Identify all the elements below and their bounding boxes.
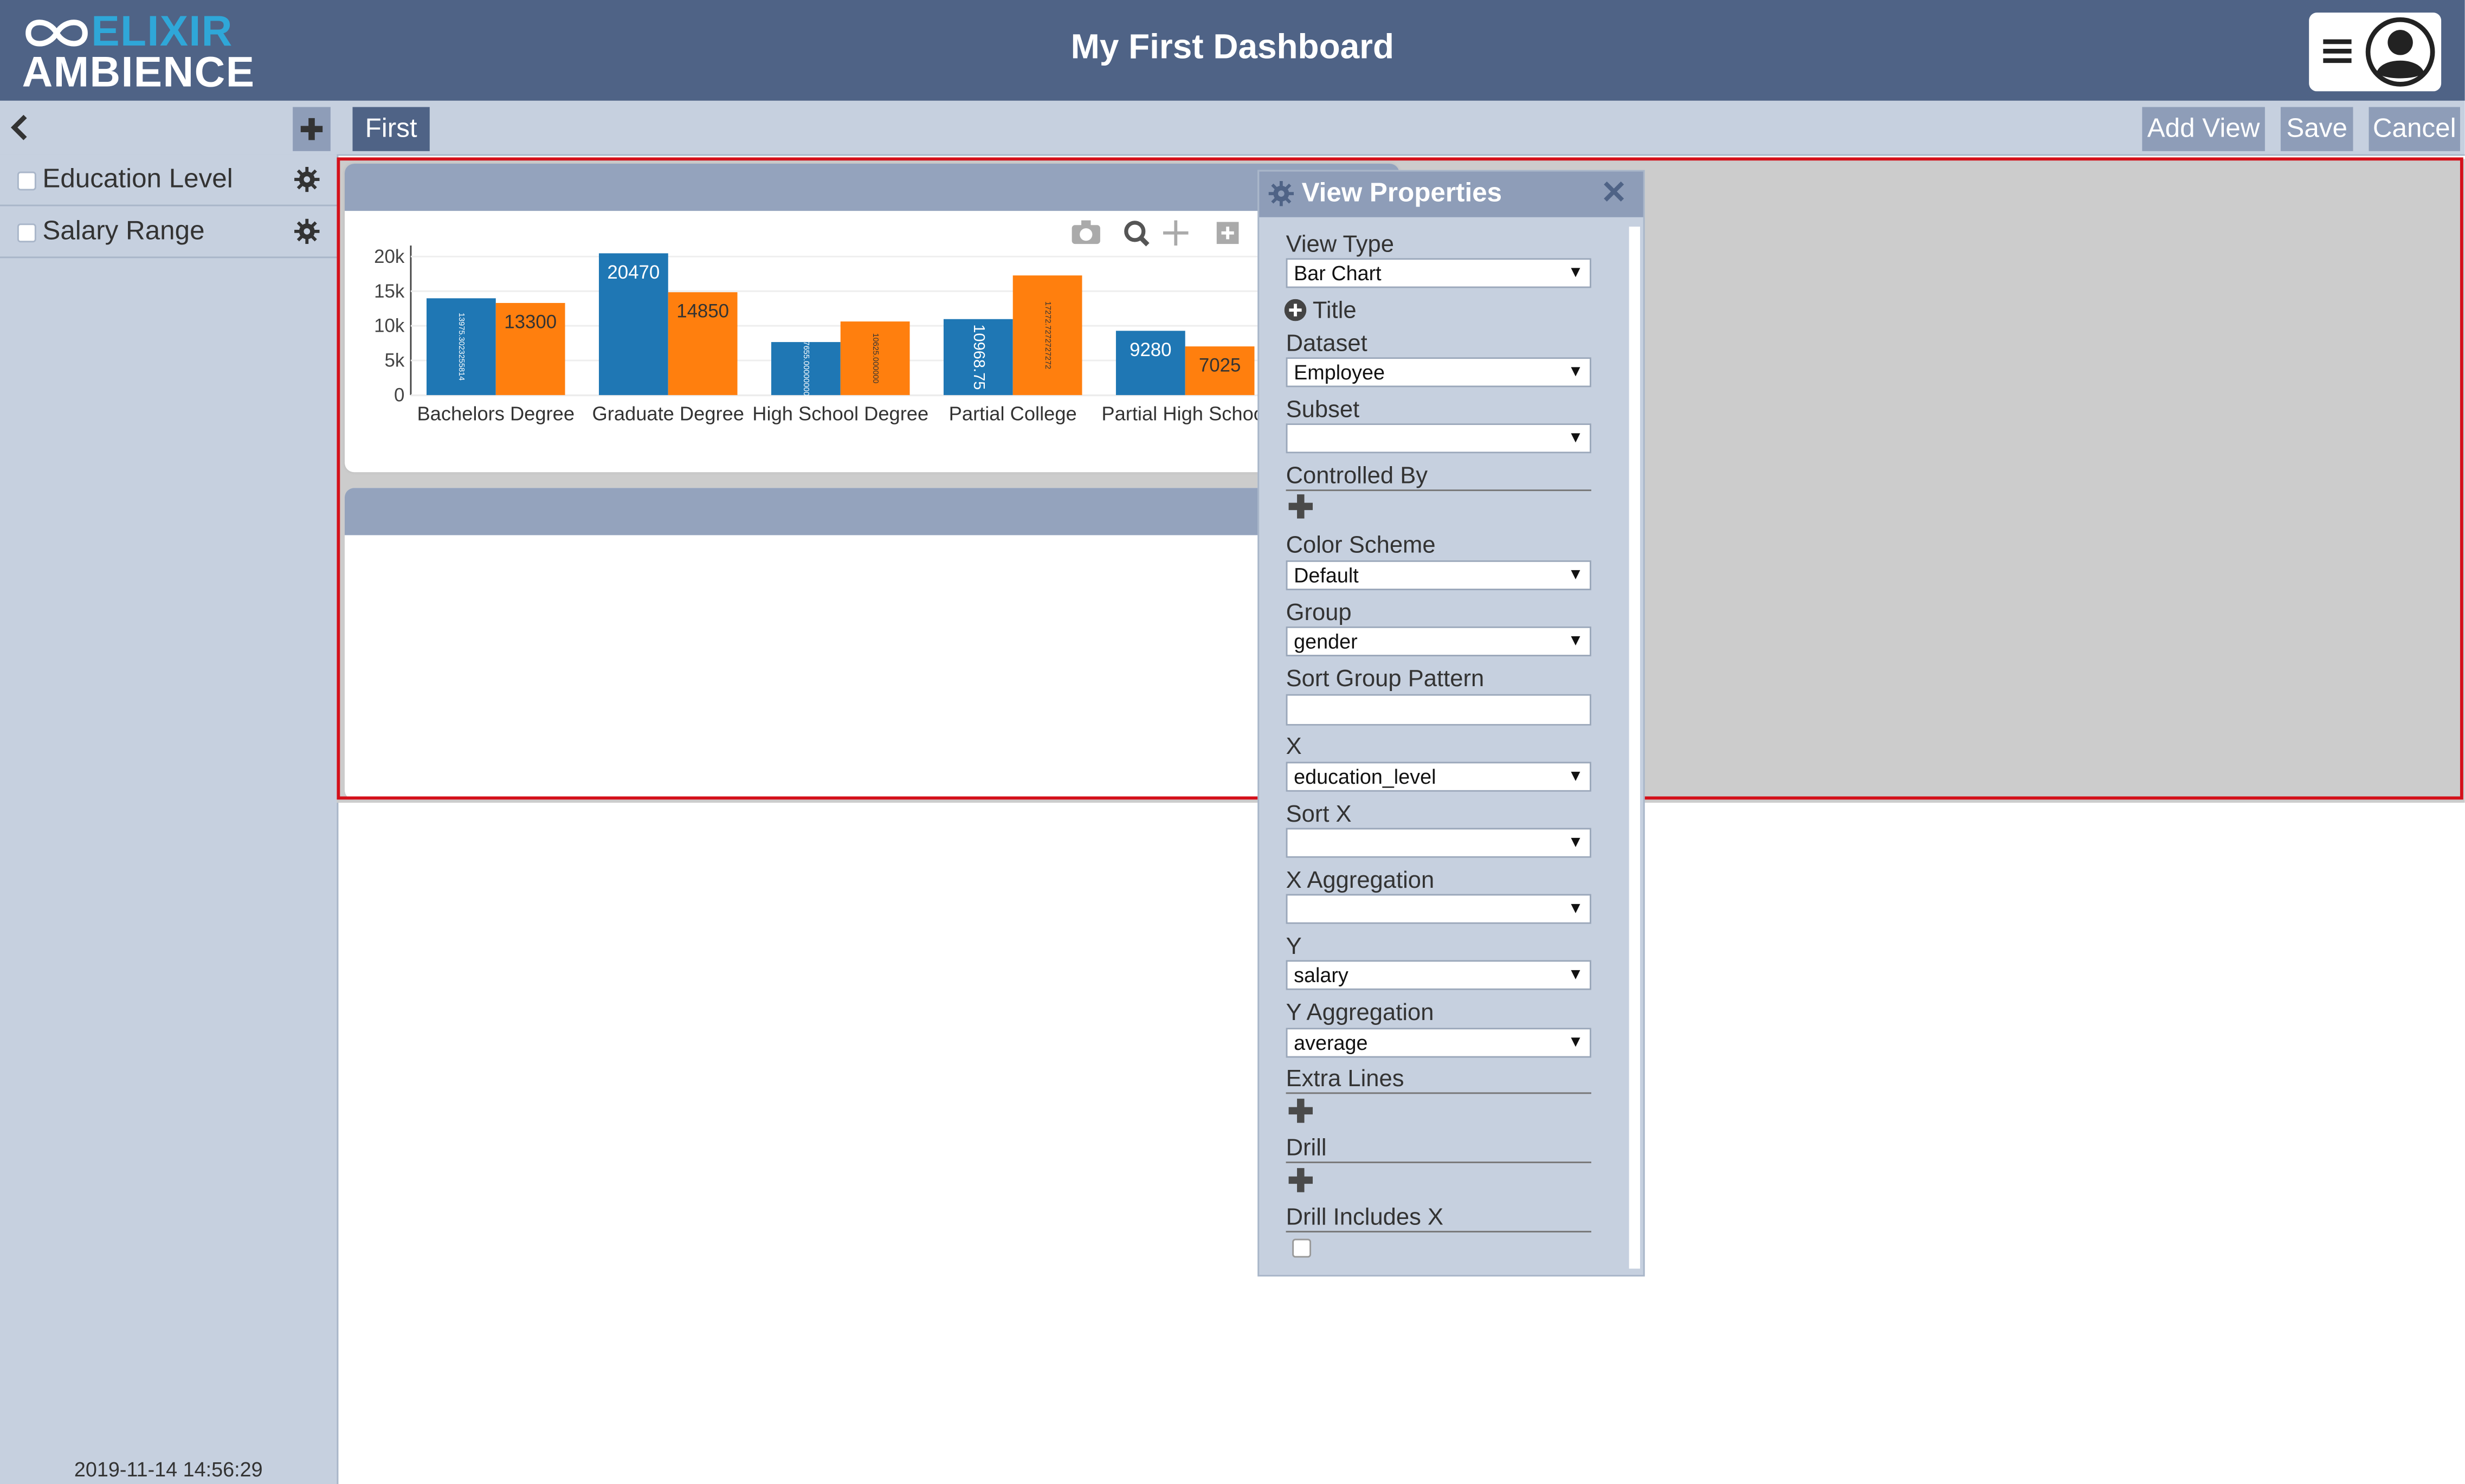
gear-icon: [1268, 180, 1294, 207]
subset-select[interactable]: ▼: [1286, 423, 1591, 454]
dropdown-arrow-icon: ▼: [1567, 363, 1584, 381]
color-scheme-select[interactable]: Default ▼: [1286, 560, 1591, 590]
plus-circle-icon[interactable]: [1284, 299, 1307, 321]
sidebar-item-education-level[interactable]: Education Level: [0, 154, 337, 207]
tab-first[interactable]: First: [352, 107, 430, 151]
chevron-left-icon[interactable]: [9, 113, 31, 141]
dataset-value: Employee: [1294, 360, 1385, 384]
group-value: gender: [1294, 629, 1358, 654]
sort-x-label: Sort X: [1286, 801, 1352, 828]
dropdown-arrow-icon: ▼: [1567, 768, 1584, 786]
drill-includes-x-checkbox[interactable]: [1292, 1238, 1312, 1258]
divider: [1286, 1230, 1591, 1233]
view-properties-title: View Properties: [1301, 178, 1502, 208]
drill-includes-x-label: Drill Includes X: [1286, 1204, 1444, 1231]
x-aggregation-select[interactable]: ▼: [1286, 894, 1591, 924]
add-view-button[interactable]: Add View: [2142, 107, 2265, 151]
dropdown-arrow-icon: ▼: [1567, 966, 1584, 984]
y-aggregation-value: average: [1294, 1031, 1368, 1055]
add-filter-button[interactable]: [293, 107, 331, 151]
x-aggregation-label: X Aggregation: [1286, 867, 1435, 894]
gear-icon[interactable]: [294, 218, 320, 244]
page-title: My First Dashboard: [1070, 27, 1395, 66]
education-level-checkbox[interactable]: [17, 171, 36, 191]
user-menu[interactable]: [2309, 12, 2442, 92]
view-type-value: Bar Chart: [1294, 261, 1382, 285]
panel-scrollbar[interactable]: [1629, 227, 1640, 1269]
subset-label: Subset: [1286, 396, 1360, 424]
drill-label: Drill: [1286, 1134, 1327, 1162]
filter-sidebar: Education Level Salary Range: [0, 154, 339, 1484]
sort-group-pattern-label: Sort Group Pattern: [1286, 666, 1485, 693]
gear-icon[interactable]: [294, 166, 320, 192]
close-icon[interactable]: ✕: [1601, 173, 1627, 212]
color-scheme-value: Default: [1294, 563, 1359, 588]
color-scheme-label: Color Scheme: [1286, 532, 1436, 559]
controlled-by-label: Controlled By: [1286, 462, 1428, 490]
sort-group-pattern-input[interactable]: [1286, 694, 1591, 726]
x-select[interactable]: education_level ▼: [1286, 762, 1591, 792]
salary-range-checkbox[interactable]: [17, 223, 36, 243]
y-aggregation-select[interactable]: average ▼: [1286, 1028, 1591, 1058]
dropdown-arrow-icon: ▼: [1567, 633, 1584, 650]
view-type-select[interactable]: Bar Chart ▼: [1286, 258, 1591, 288]
dataset-select[interactable]: Employee ▼: [1286, 357, 1591, 388]
y-label: Y: [1286, 933, 1302, 960]
dropdown-arrow-icon: ▼: [1567, 429, 1584, 447]
view-type-label: View Type: [1286, 231, 1394, 259]
cancel-button[interactable]: Cancel: [2369, 107, 2460, 151]
x-label: X: [1286, 733, 1302, 760]
sort-x-select[interactable]: ▼: [1286, 828, 1591, 858]
add-drill-plus-icon[interactable]: ✚: [1287, 1166, 1314, 1198]
divider: [1286, 489, 1591, 492]
user-avatar-icon[interactable]: [2363, 14, 2438, 89]
plus-icon: [300, 118, 323, 140]
divider: [1286, 1092, 1591, 1094]
dropdown-arrow-icon: ▼: [1567, 566, 1584, 584]
y-value: salary: [1294, 963, 1348, 987]
title-label[interactable]: Title: [1313, 298, 1357, 324]
y-select[interactable]: salary ▼: [1286, 960, 1591, 990]
sidebar-item-label: Education Level: [42, 164, 233, 194]
dataset-label: Dataset: [1286, 330, 1367, 358]
divider: [1286, 1162, 1591, 1164]
dropdown-arrow-icon: ▼: [1567, 1034, 1584, 1051]
dropdown-arrow-icon: ▼: [1567, 264, 1584, 282]
extra-lines-label: Extra Lines: [1286, 1066, 1404, 1093]
group-select[interactable]: gender ▼: [1286, 626, 1591, 656]
dropdown-arrow-icon: ▼: [1567, 900, 1584, 918]
add-controller-plus-icon[interactable]: ✚: [1287, 493, 1314, 524]
save-button[interactable]: Save: [2280, 107, 2353, 151]
y-aggregation-label: Y Aggregation: [1286, 999, 1434, 1027]
group-label: Group: [1286, 599, 1352, 627]
hamburger-menu-icon[interactable]: [2321, 35, 2353, 66]
add-extra-line-plus-icon[interactable]: ✚: [1287, 1097, 1314, 1128]
sidebar-item-salary-range[interactable]: Salary Range: [0, 206, 337, 259]
view-properties-panel: View Properties ✕ View Type Bar Chart ▼ T…: [1257, 170, 1645, 1277]
dropdown-arrow-icon: ▼: [1567, 834, 1584, 852]
timestamp: 2019-11-14 14:56:29: [74, 1457, 263, 1481]
x-value: education_level: [1294, 765, 1436, 789]
sidebar-item-label: Salary Range: [42, 215, 205, 246]
